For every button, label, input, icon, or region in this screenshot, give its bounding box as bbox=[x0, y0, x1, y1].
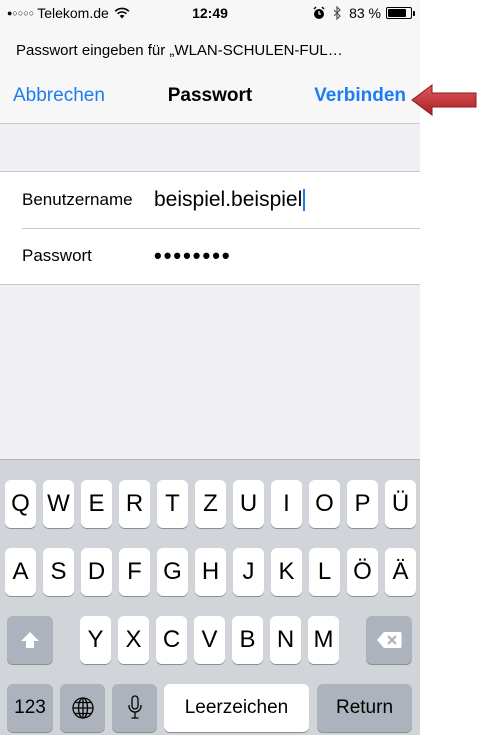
shift-key[interactable] bbox=[7, 616, 53, 664]
battery-icon bbox=[386, 7, 415, 19]
key-k[interactable]: K bbox=[271, 548, 302, 596]
password-row[interactable]: Passwort •••••••• bbox=[0, 228, 420, 284]
key-ü[interactable]: Ü bbox=[385, 480, 416, 528]
key-x[interactable]: X bbox=[118, 616, 149, 664]
password-field[interactable]: •••••••• bbox=[154, 243, 232, 269]
key-n[interactable]: N bbox=[270, 616, 301, 664]
space-key[interactable]: Leerzeichen bbox=[164, 684, 309, 732]
battery-percent: 83 % bbox=[349, 5, 381, 21]
key-d[interactable]: D bbox=[81, 548, 112, 596]
key-m[interactable]: M bbox=[308, 616, 339, 664]
key-z[interactable]: Z bbox=[195, 480, 226, 528]
delete-key[interactable] bbox=[366, 616, 412, 664]
key-j[interactable]: J bbox=[233, 548, 264, 596]
connect-button[interactable]: Verbinden bbox=[314, 85, 406, 107]
keyboard: 123 Leerzeichen Return QWERTZUIOPÜ ASDFGH… bbox=[0, 459, 420, 735]
key-g[interactable]: G bbox=[157, 548, 188, 596]
key-w[interactable]: W bbox=[43, 480, 74, 528]
key-a[interactable]: A bbox=[5, 548, 36, 596]
key-u[interactable]: U bbox=[233, 480, 264, 528]
key-h[interactable]: H bbox=[195, 548, 226, 596]
username-row[interactable]: Benutzername beispiel.beispiel bbox=[0, 172, 420, 228]
username-value: beispiel.beispiel bbox=[154, 188, 303, 211]
key-l[interactable]: L bbox=[309, 548, 340, 596]
backspace-icon bbox=[377, 632, 402, 648]
battery-tip bbox=[413, 11, 415, 16]
password-label: Passwort bbox=[22, 246, 92, 265]
key-v[interactable]: V bbox=[194, 616, 225, 664]
bluetooth-icon bbox=[333, 6, 341, 20]
microphone-icon bbox=[127, 695, 142, 719]
annotation-arrow-icon bbox=[411, 84, 477, 116]
key-ö[interactable]: Ö bbox=[347, 548, 378, 596]
phone-screen: ●○○○○ Telekom.de 12:49 83 % Passwort ein… bbox=[0, 0, 420, 735]
key-y[interactable]: Y bbox=[80, 616, 111, 664]
key-o[interactable]: O bbox=[309, 480, 340, 528]
key-c[interactable]: C bbox=[156, 616, 187, 664]
key-f[interactable]: F bbox=[119, 548, 150, 596]
key-s[interactable]: S bbox=[43, 548, 74, 596]
return-key[interactable]: Return bbox=[317, 684, 412, 732]
numbers-key[interactable]: 123 bbox=[7, 684, 53, 732]
alarm-icon bbox=[313, 6, 325, 19]
globe-icon bbox=[71, 697, 94, 719]
credentials-form: Benutzername beispiel.beispiel Passwort … bbox=[0, 171, 420, 285]
navigation-bar: Passwort eingeben für „WLAN-SCHULEN-FUL…… bbox=[0, 28, 420, 124]
battery-level bbox=[388, 9, 407, 17]
text-cursor bbox=[303, 189, 306, 212]
network-prompt: Passwort eingeben für „WLAN-SCHULEN-FUL… bbox=[16, 42, 343, 59]
key-r[interactable]: R bbox=[119, 480, 150, 528]
key-i[interactable]: I bbox=[271, 480, 302, 528]
status-right: 83 % bbox=[313, 5, 415, 21]
key-q[interactable]: Q bbox=[5, 480, 36, 528]
key-b[interactable]: B bbox=[232, 616, 263, 664]
username-field[interactable]: beispiel.beispiel bbox=[154, 188, 404, 212]
dictation-key[interactable] bbox=[112, 684, 157, 732]
key-t[interactable]: T bbox=[157, 480, 188, 528]
key-p[interactable]: P bbox=[347, 480, 378, 528]
globe-key[interactable] bbox=[60, 684, 105, 732]
key-e[interactable]: E bbox=[81, 480, 112, 528]
status-bar: ●○○○○ Telekom.de 12:49 83 % bbox=[0, 0, 420, 28]
nav-row: Abbrechen Passwort Verbinden bbox=[0, 83, 420, 113]
shift-icon bbox=[21, 632, 39, 648]
key-ä[interactable]: Ä bbox=[385, 548, 416, 596]
cancel-button[interactable]: Abbrechen bbox=[13, 85, 105, 107]
username-label: Benutzername bbox=[22, 190, 133, 209]
